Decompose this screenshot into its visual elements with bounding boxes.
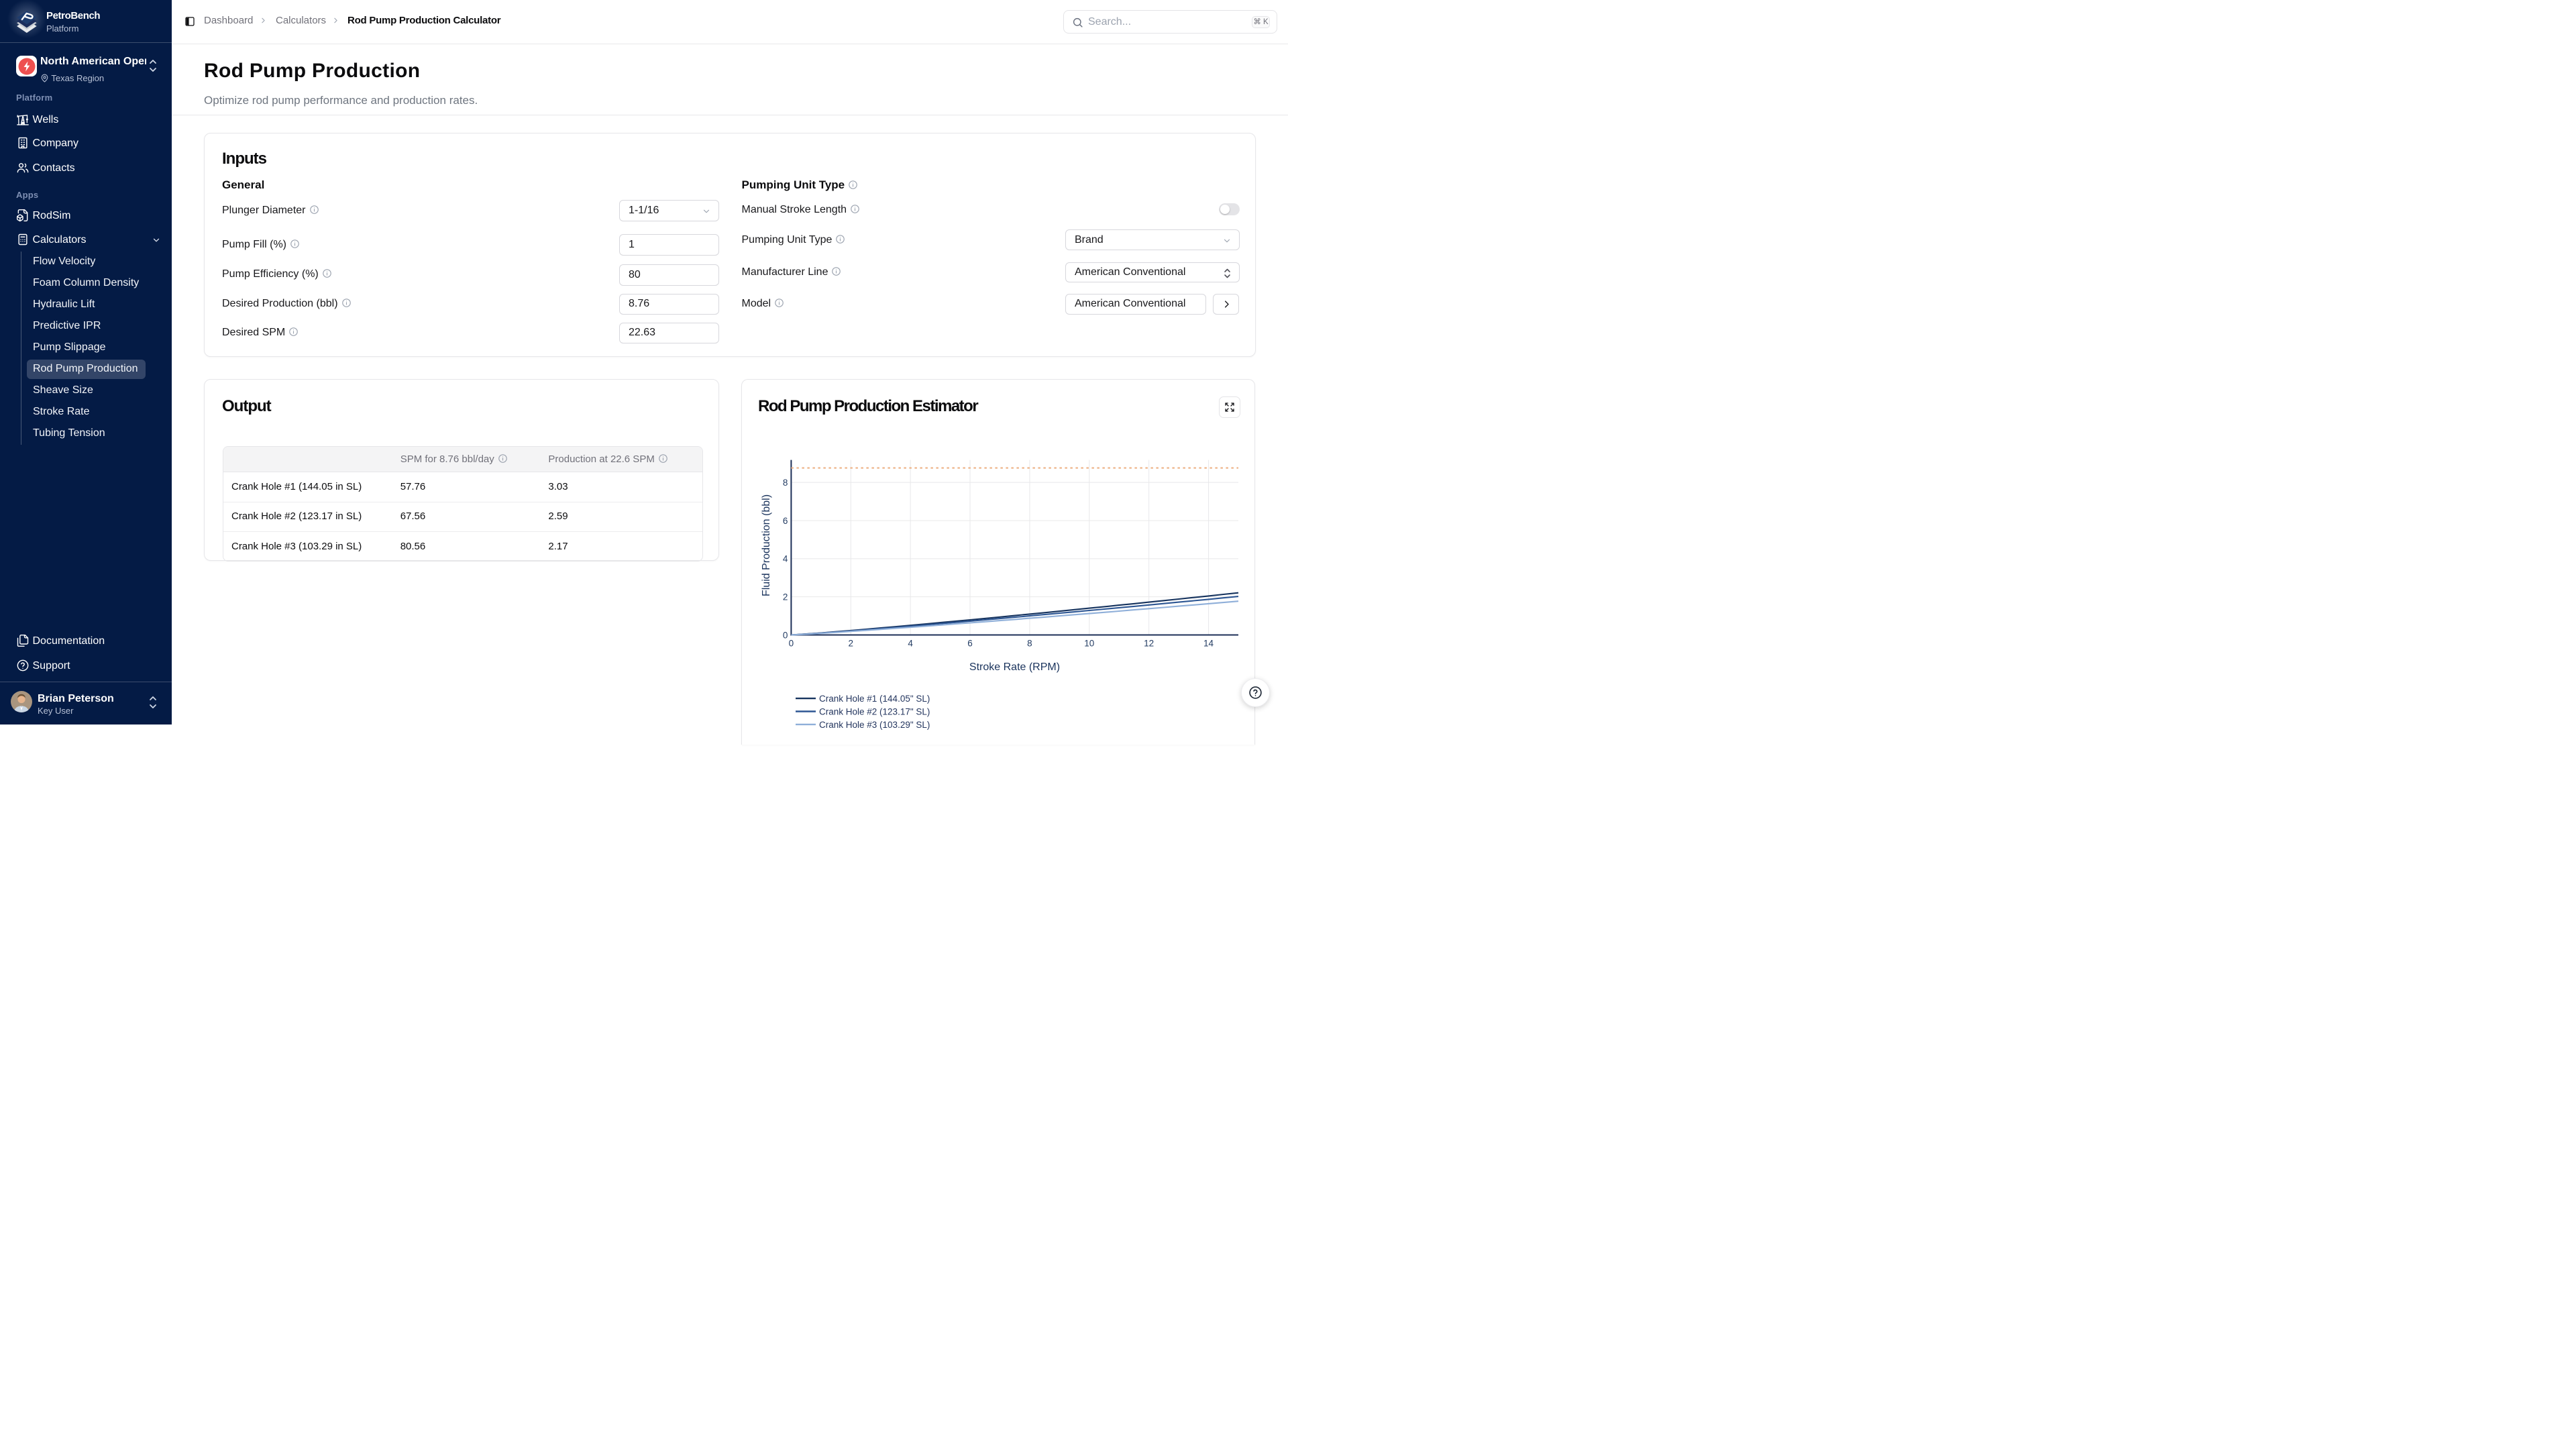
svg-text:0: 0: [783, 631, 788, 641]
svg-text:4: 4: [783, 554, 788, 564]
svg-text:6: 6: [783, 516, 788, 526]
svg-text:8: 8: [1027, 639, 1032, 649]
svg-text:4: 4: [908, 639, 913, 649]
svg-text:Crank Hole #3 (103.29" SL): Crank Hole #3 (103.29" SL): [819, 720, 930, 730]
svg-text:8: 8: [783, 478, 788, 488]
svg-text:12: 12: [1144, 639, 1154, 649]
svg-text:2: 2: [783, 592, 788, 602]
svg-text:Stroke Rate (RPM): Stroke Rate (RPM): [969, 661, 1060, 673]
svg-text:6: 6: [967, 639, 973, 649]
svg-text:2: 2: [849, 639, 854, 649]
svg-text:Crank Hole #2 (123.17" SL): Crank Hole #2 (123.17" SL): [819, 707, 930, 717]
svg-text:Crank Hole #1 (144.05" SL): Crank Hole #1 (144.05" SL): [819, 694, 930, 704]
svg-text:0: 0: [789, 639, 794, 649]
svg-text:14: 14: [1203, 639, 1214, 649]
svg-text:10: 10: [1084, 639, 1094, 649]
svg-text:Fluid Production (bbl): Fluid Production (bbl): [761, 494, 772, 596]
